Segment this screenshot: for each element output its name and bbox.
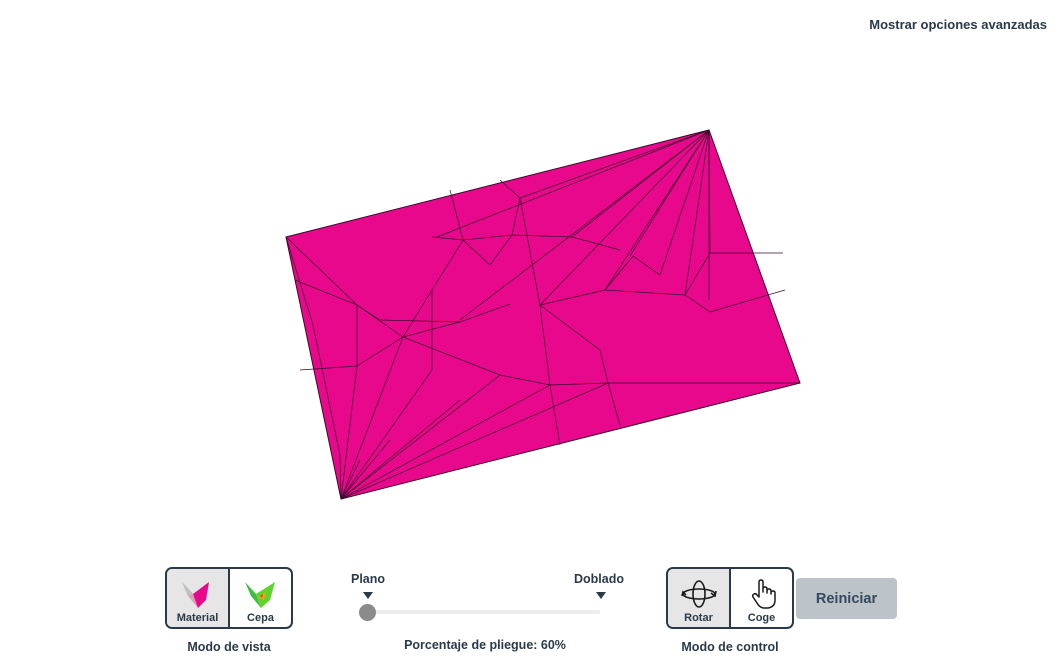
fold-slider-track[interactable] — [364, 610, 600, 614]
view-mode-strain-button[interactable]: Cepa — [228, 569, 291, 627]
material-icon — [181, 582, 209, 608]
reset-button[interactable]: Reiniciar — [796, 578, 897, 619]
control-mode-rotate-label: Rotar — [684, 612, 713, 624]
control-mode-rotate-button[interactable]: Rotar — [668, 569, 729, 627]
origami-paper — [285, 129, 801, 500]
view-mode-strain-label: Cepa — [247, 612, 274, 624]
control-mode-grab-button[interactable]: Coge — [729, 569, 792, 627]
grab-hand-icon — [751, 579, 776, 609]
paper-sheet — [285, 129, 801, 500]
origami-viewport[interactable] — [0, 0, 1063, 560]
control-mode-grab-label: Coge — [747, 612, 776, 624]
view-mode-material-label: Material — [176, 612, 219, 624]
slider-start-label: Plano — [351, 572, 386, 586]
strain-icon — [244, 582, 275, 608]
origami-simulator: Mostrar opciones avanzadas Material Cepa… — [0, 0, 1063, 669]
rotate-icon — [680, 580, 717, 608]
view-mode-toggle: Material Cepa — [165, 567, 293, 629]
control-mode-toggle: Rotar Coge — [666, 567, 794, 629]
slider-start-marker — [363, 592, 373, 599]
fold-percentage-readout: Porcentaje de pliegue: 60% — [404, 638, 566, 652]
fold-slider-thumb[interactable] — [359, 604, 376, 621]
slider-end-marker — [596, 592, 606, 599]
view-mode-material-button[interactable]: Material — [167, 569, 228, 627]
slider-end-label: Doblado — [574, 572, 624, 586]
view-mode-caption: Modo de vista — [187, 640, 271, 654]
control-mode-caption: Modo de control — [681, 640, 779, 654]
